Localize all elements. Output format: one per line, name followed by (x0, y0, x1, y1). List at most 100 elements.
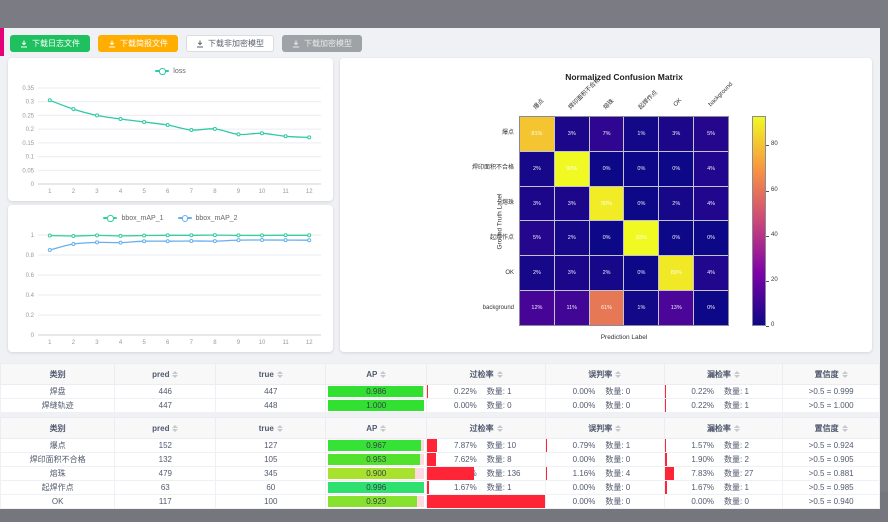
column-header[interactable]: 漏检率 (664, 418, 783, 439)
sort-caret-icon[interactable] (380, 371, 386, 378)
sort-caret-icon[interactable] (497, 371, 503, 378)
sort-up-icon (380, 371, 386, 374)
rate-percent: 1.67% (427, 483, 476, 492)
table-row: OK1171000.929117.00%数量: 1170.00%数量: 00.0… (1, 495, 880, 509)
svg-text:0.4: 0.4 (26, 293, 35, 299)
matrix-col-label: 熔珠 (600, 96, 615, 111)
svg-text:12: 12 (306, 189, 313, 195)
class-cell: 起焊作点 (1, 481, 115, 495)
table-row: 起焊作点63600.9961.67%数量: 10.00%数量: 01.67%数量… (1, 481, 880, 495)
svg-text:2: 2 (72, 189, 76, 195)
ap-bar: 1.000 (328, 400, 424, 411)
rate-count: 数量: 4 (595, 468, 663, 479)
sort-up-icon (734, 425, 740, 428)
svg-text:0.05: 0.05 (22, 168, 34, 174)
matrix-cell: 3% (555, 256, 589, 290)
rate-percent: 0.00% (546, 483, 595, 492)
column-header[interactable]: pred (115, 364, 216, 385)
column-header[interactable]: 误判率 (545, 364, 664, 385)
rate-percent: 0.22% (665, 387, 714, 396)
column-header[interactable]: 过检率 (427, 418, 546, 439)
sort-caret-icon[interactable] (497, 425, 503, 432)
sort-caret-icon[interactable] (277, 371, 283, 378)
miss-rate-cell: 0.00%数量: 0 (664, 495, 783, 509)
svg-text:0.35: 0.35 (22, 86, 34, 92)
matrix-cell: 12% (520, 291, 554, 325)
rate-percent: 0.00% (427, 401, 476, 410)
matrix-cell: 90% (590, 187, 624, 221)
sort-caret-icon[interactable] (734, 371, 740, 378)
rate-count: 数量: 0 (595, 386, 663, 397)
rate-percent: 0.79% (546, 441, 595, 450)
rate-content: 1.16%数量: 4 (546, 467, 664, 480)
column-header[interactable]: pred (115, 418, 216, 439)
sort-caret-icon[interactable] (615, 371, 621, 378)
overkill-rate-cell: 0.22%数量: 1 (427, 385, 546, 399)
ap-bar: 0.996 (328, 482, 424, 493)
colorbar-tick-label: 20 (771, 277, 778, 283)
sort-caret-icon[interactable] (842, 425, 848, 432)
rate-content: 7.87%数量: 10 (427, 439, 545, 452)
sort-caret-icon[interactable] (380, 425, 386, 432)
svg-text:6: 6 (166, 340, 170, 346)
rate-content: 0.00%数量: 0 (546, 481, 664, 494)
legend-ring (107, 215, 113, 221)
download-icon (108, 40, 116, 48)
true-cell: 447 (216, 385, 326, 399)
rate-count: 数量: 0 (714, 496, 782, 507)
column-header[interactable]: AP (326, 364, 427, 385)
svg-text:5: 5 (142, 189, 146, 195)
column-header[interactable]: AP (326, 418, 427, 439)
sort-down-icon (842, 429, 848, 432)
matrix-cell: 5% (520, 221, 554, 255)
ap-value: 0.986 (328, 386, 424, 397)
matrix-cell: 13% (659, 291, 693, 325)
column-header[interactable]: true (216, 364, 326, 385)
sort-caret-icon[interactable] (842, 371, 848, 378)
download-encrypted-model-button[interactable]: 下载加密模型 (282, 35, 362, 52)
ap-value: 0.996 (328, 482, 424, 493)
colorbar-tick (766, 236, 769, 237)
sort-caret-icon[interactable] (277, 425, 283, 432)
column-header[interactable]: 误判率 (545, 418, 664, 439)
svg-text:1: 1 (48, 189, 52, 195)
svg-text:8: 8 (213, 340, 217, 346)
download-report-button[interactable]: 下载简报文件 (98, 35, 178, 52)
ap-bar: 0.986 (328, 386, 424, 397)
miss-rate-cell: 0.22%数量: 1 (664, 385, 783, 399)
ap-bar: 0.953 (328, 454, 424, 465)
rate-red-bar (546, 439, 547, 452)
confusion-matrix-card: Normalized Confusion Matrix81%3%7%1%3%5%… (340, 58, 872, 352)
metrics-table-1: 类别predtrueAP过检率误判率漏检率置信度焊盘4464470.9860.2… (0, 363, 880, 413)
rate-percent: 1.90% (665, 455, 714, 464)
pred-cell: 132 (115, 453, 216, 467)
sort-down-icon (615, 429, 621, 432)
pred-cell: 63 (115, 481, 216, 495)
column-header[interactable]: true (216, 418, 326, 439)
sort-caret-icon[interactable] (615, 425, 621, 432)
sort-up-icon (734, 371, 740, 374)
colorbar-tick-label: 60 (771, 187, 778, 193)
download-plain-model-button[interactable]: 下载非加密模型 (186, 35, 274, 52)
sort-caret-icon[interactable] (172, 371, 178, 378)
sort-caret-icon[interactable] (172, 425, 178, 432)
legend-item-bbox_mAP_2[interactable]: bbox_mAP_2 (178, 215, 238, 222)
legend-item-loss[interactable]: loss (155, 68, 185, 75)
column-header[interactable]: 置信度 (783, 418, 880, 439)
sort-up-icon (380, 425, 386, 428)
svg-text:8: 8 (213, 189, 217, 195)
column-header[interactable]: 过检率 (427, 364, 546, 385)
column-header[interactable]: 置信度 (783, 364, 880, 385)
matrix-cell: 11% (555, 291, 589, 325)
svg-text:1: 1 (48, 340, 52, 346)
sort-caret-icon[interactable] (734, 425, 740, 432)
svg-text:9: 9 (237, 340, 241, 346)
legend-item-bbox_mAP_1[interactable]: bbox_mAP_1 (103, 215, 163, 222)
rate-content: 0.00%数量: 0 (427, 399, 545, 412)
download-log-button[interactable]: 下载日志文件 (10, 35, 90, 52)
column-header: 类别 (1, 418, 115, 439)
column-header[interactable]: 漏检率 (664, 364, 783, 385)
ap-cell: 0.900 (326, 467, 427, 481)
rate-content: 0.22%数量: 1 (427, 385, 545, 398)
svg-text:0.6: 0.6 (26, 273, 35, 279)
